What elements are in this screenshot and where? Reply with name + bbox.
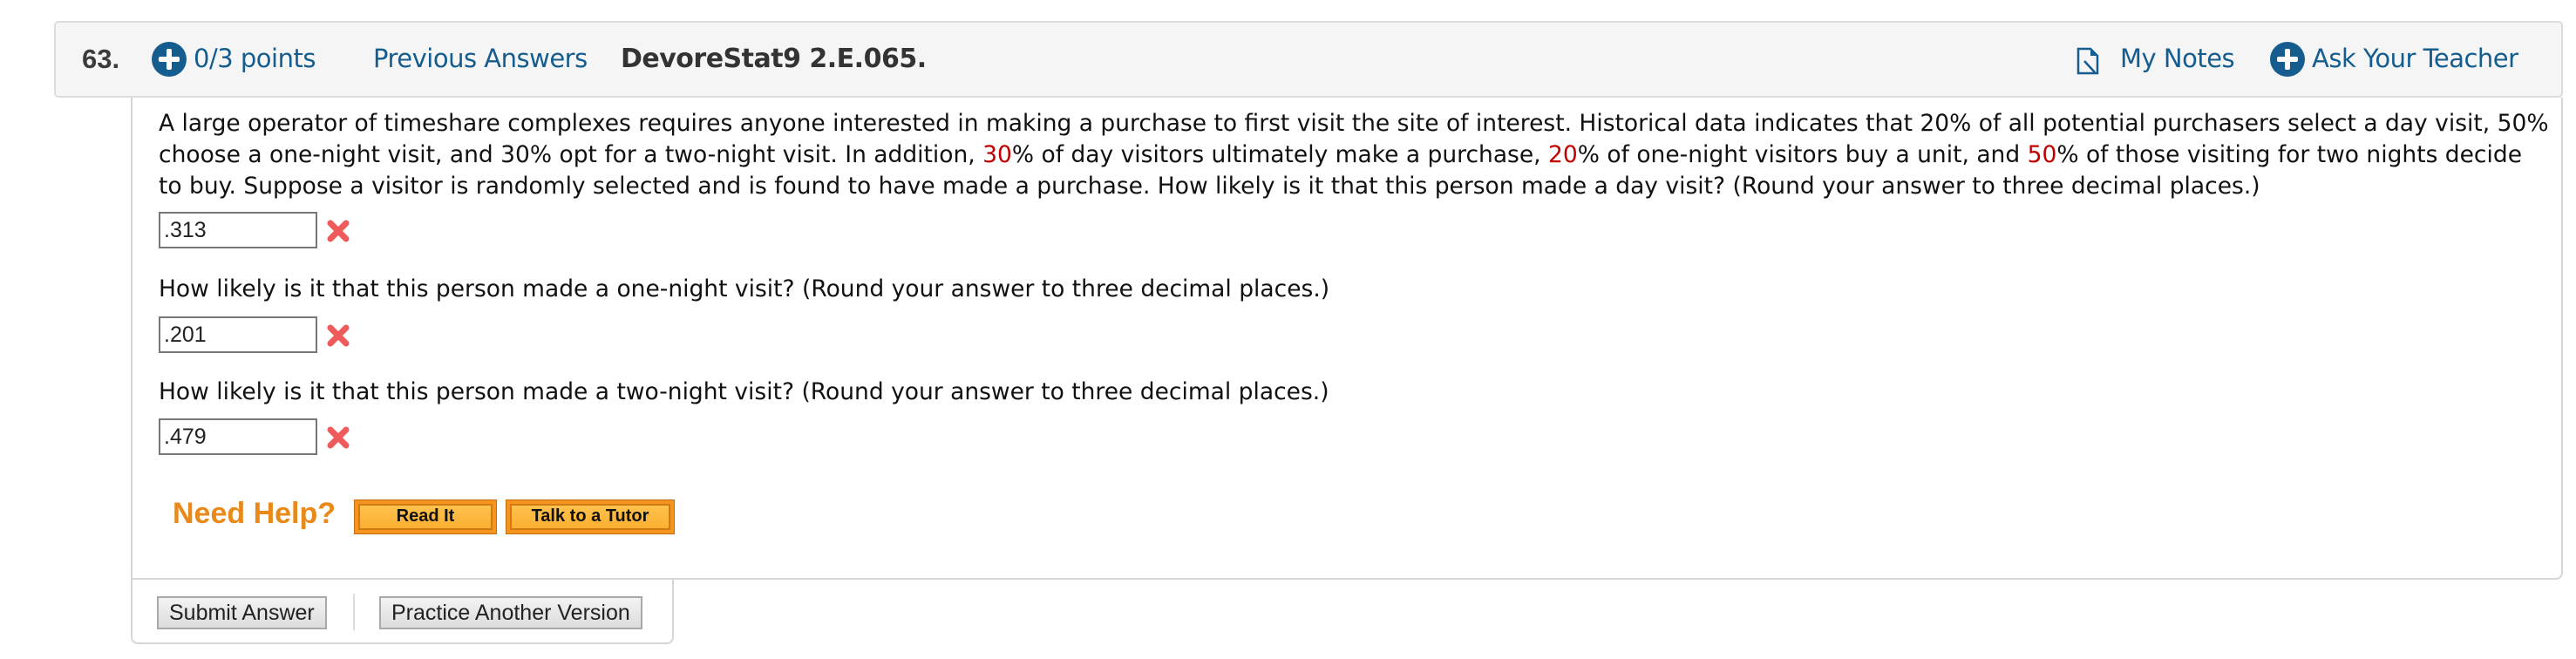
practice-another-version-button[interactable]: Practice Another Version: [379, 596, 642, 629]
highlighted-value: 30: [982, 141, 1012, 168]
question-header: 63. 0/3 points Previous Answers DevoreSt…: [54, 21, 2563, 98]
part-3-prompt: How likely is it that this person made a…: [159, 378, 1329, 405]
question-text-line-3: to buy. Suppose a visitor is randomly se…: [159, 173, 2260, 200]
question-text-line-2: choose a one-night visit, and 30% opt fo…: [159, 139, 2522, 172]
highlighted-value: 50: [2027, 141, 2057, 168]
question-text-line-1: A large operator of timeshare complexes …: [159, 110, 2549, 137]
question-id: DevoreStat9 2.E.065.: [621, 44, 927, 74]
notes-icon[interactable]: [2076, 47, 2099, 75]
answer-footer: Submit Answer Practice Another Version: [131, 580, 674, 644]
text-segment: % of those visiting for two nights decid…: [2056, 141, 2522, 168]
read-it-button[interactable]: Read It: [354, 499, 497, 534]
ask-teacher-link[interactable]: Ask Your Teacher: [2312, 44, 2518, 73]
button-divider: [353, 594, 355, 630]
talk-to-tutor-button[interactable]: Talk to a Tutor: [506, 499, 675, 534]
read-it-label: Read It: [358, 504, 493, 530]
previous-answers-link[interactable]: Previous Answers: [373, 44, 588, 73]
my-notes-link[interactable]: My Notes: [2120, 44, 2235, 73]
expand-points-icon[interactable]: [152, 42, 187, 77]
answer-input-day-visit[interactable]: [159, 212, 317, 248]
answer-input-one-night[interactable]: [159, 316, 317, 353]
answer-input-two-night[interactable]: [159, 418, 317, 455]
need-help-label: Need Help?: [173, 497, 336, 530]
talk-to-tutor-label: Talk to a Tutor: [510, 504, 670, 530]
part-2-prompt: How likely is it that this person made a…: [159, 275, 1330, 302]
question-number: 63.: [82, 44, 120, 74]
incorrect-x-icon: [327, 426, 350, 449]
question-body: A large operator of timeshare complexes …: [131, 98, 2563, 580]
highlighted-value: 20: [1548, 141, 1578, 168]
submit-answer-button[interactable]: Submit Answer: [157, 596, 327, 629]
text-segment: % of day visitors ultimately make a purc…: [1011, 141, 1549, 168]
text-segment: choose a one-night visit, and 30% opt fo…: [159, 141, 983, 168]
text-segment: % of one-night visitors buy a unit, and: [1577, 141, 2028, 168]
ask-teacher-plus-icon[interactable]: [2270, 42, 2305, 77]
incorrect-x-icon: [327, 324, 350, 347]
points-link[interactable]: 0/3 points: [194, 44, 316, 73]
incorrect-x-icon: [327, 220, 350, 242]
